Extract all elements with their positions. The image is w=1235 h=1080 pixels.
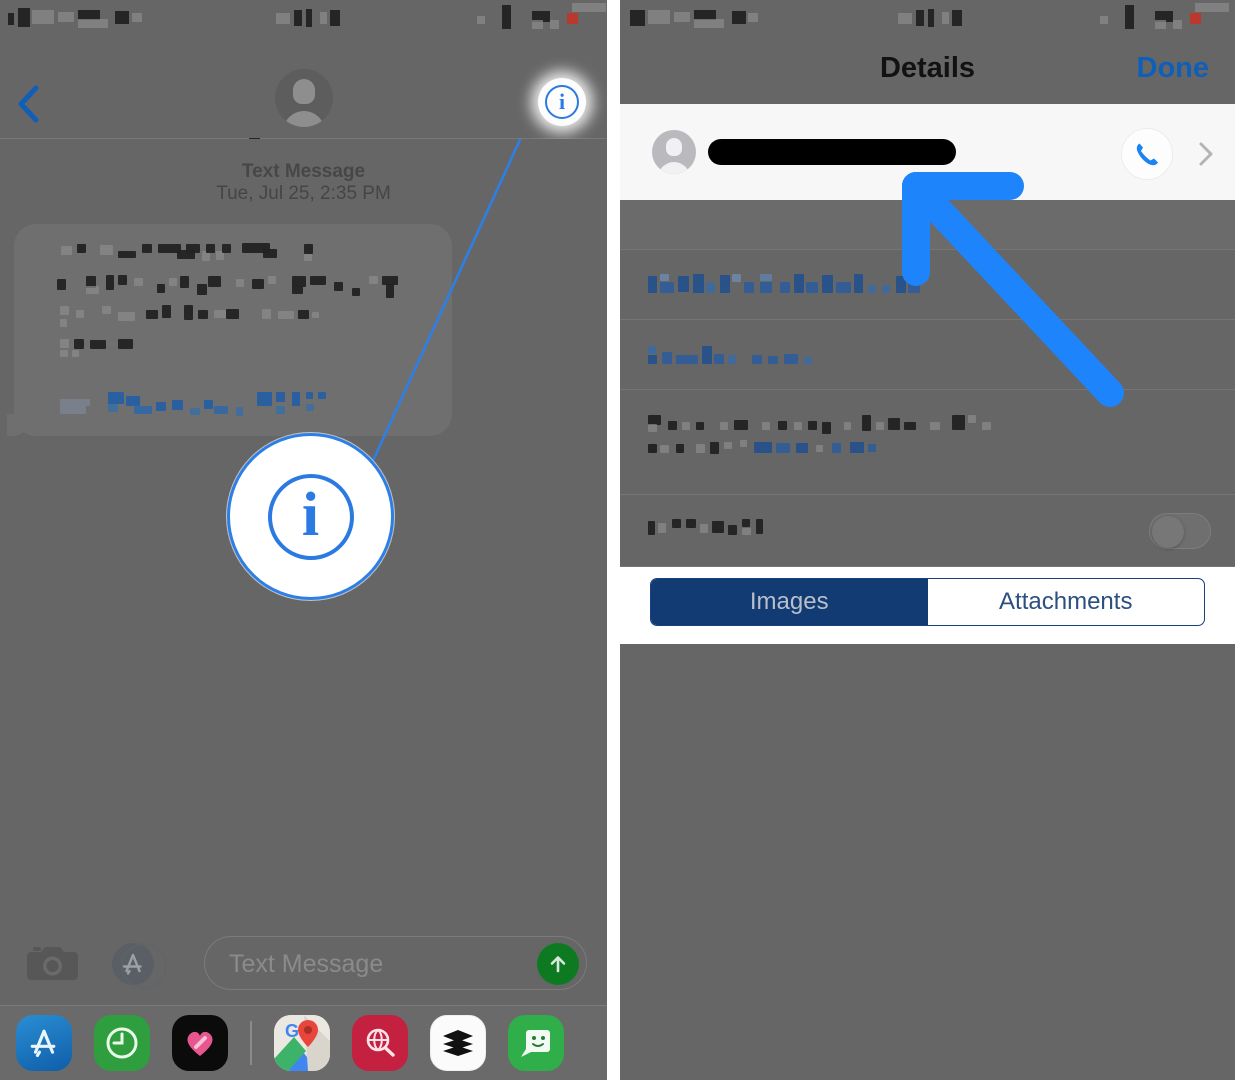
segment-images[interactable]: Images	[651, 579, 928, 625]
row-text-redacted	[648, 412, 1188, 474]
message-bubble[interactable]	[7, 224, 452, 436]
row-text-redacted	[648, 272, 1068, 300]
app-drawer-item-app-store[interactable]	[16, 1015, 72, 1071]
details-header: Details Done	[620, 34, 1235, 104]
bubble-text-redacted	[14, 224, 452, 436]
info-circle-icon-zoomed: i	[267, 473, 354, 560]
svg-text:G: G	[285, 1021, 299, 1041]
phone-icon	[1136, 143, 1158, 166]
message-timestamp: Text Message Tue, Jul 25, 2:35 PM	[0, 161, 607, 205]
info-button[interactable]: i	[538, 78, 586, 126]
app-drawer-item-web-search[interactable]	[352, 1015, 408, 1071]
status-bar-left	[0, 0, 607, 34]
avatar[interactable]	[274, 69, 333, 127]
timestamp-value: Tue, Jul 25, 2:35 PM	[216, 183, 391, 204]
list-item[interactable]	[620, 495, 1235, 567]
avatar-head-shape	[666, 138, 682, 156]
list-item[interactable]	[620, 250, 1235, 320]
row-text-redacted	[648, 344, 948, 368]
back-button[interactable]	[16, 84, 42, 123]
details-sheet-screen: Details Done Images Attachments	[620, 0, 1235, 1080]
avatar-body-shape	[282, 111, 325, 127]
map-pin-icon: G	[274, 1015, 330, 1071]
layers-icon	[443, 1030, 473, 1056]
app-store-icon[interactable]	[112, 943, 167, 989]
tutorial-screenshot: i Text Message Tue, Jul 25, 2:35 PM i Te…	[0, 0, 1235, 1080]
app-drawer-item-layers[interactable]	[430, 1015, 486, 1071]
call-button[interactable]	[1121, 128, 1173, 180]
camera-icon[interactable]	[25, 941, 80, 985]
content-area	[620, 644, 1235, 1080]
clock-icon	[106, 1027, 138, 1059]
toggle-knob	[1152, 515, 1184, 548]
app-store-icon	[30, 1029, 56, 1057]
list-item[interactable]	[620, 390, 1235, 495]
imessage-app-drawer: G	[0, 1006, 607, 1080]
details-list	[620, 200, 1235, 567]
contact-name-redacted	[708, 139, 956, 165]
row-text-redacted	[648, 519, 848, 541]
toggle-switch[interactable]	[1149, 512, 1211, 549]
list-item[interactable]	[620, 320, 1235, 390]
send-button[interactable]	[537, 943, 579, 985]
segment-attachments[interactable]: Attachments	[928, 579, 1205, 625]
chevron-right-icon[interactable]	[1198, 140, 1215, 173]
info-button-callout: i	[227, 433, 394, 600]
info-circle-icon: i	[545, 85, 579, 119]
message-composer: Text Message	[0, 922, 607, 1006]
message-input-placeholder: Text Message	[229, 950, 384, 978]
globe-search-icon	[366, 1028, 395, 1057]
segmented-control: Images Attachments	[650, 578, 1205, 626]
avatar	[652, 130, 696, 174]
avatar-body-shape	[658, 162, 690, 174]
conversation-header: i	[0, 34, 607, 156]
message-input[interactable]: Text Message	[204, 936, 587, 990]
app-drawer-divider	[250, 1021, 252, 1065]
list-gap	[620, 200, 1235, 250]
contact-row[interactable]	[620, 104, 1235, 200]
heart-icon	[187, 1031, 213, 1056]
app-drawer-item-recents[interactable]	[94, 1015, 150, 1071]
done-button[interactable]: Done	[1137, 52, 1210, 85]
app-drawer-item-stickers[interactable]	[508, 1015, 564, 1071]
avatar-head-shape	[292, 79, 315, 104]
sticker-face-icon	[521, 1030, 550, 1057]
status-bar-right	[620, 0, 1235, 34]
messages-conversation-screen: i Text Message Tue, Jul 25, 2:35 PM i Te…	[0, 0, 607, 1080]
timestamp-label: Text Message	[241, 161, 366, 182]
app-drawer-item-google-maps[interactable]: G	[274, 1015, 330, 1071]
app-drawer-item-health[interactable]	[172, 1015, 228, 1071]
